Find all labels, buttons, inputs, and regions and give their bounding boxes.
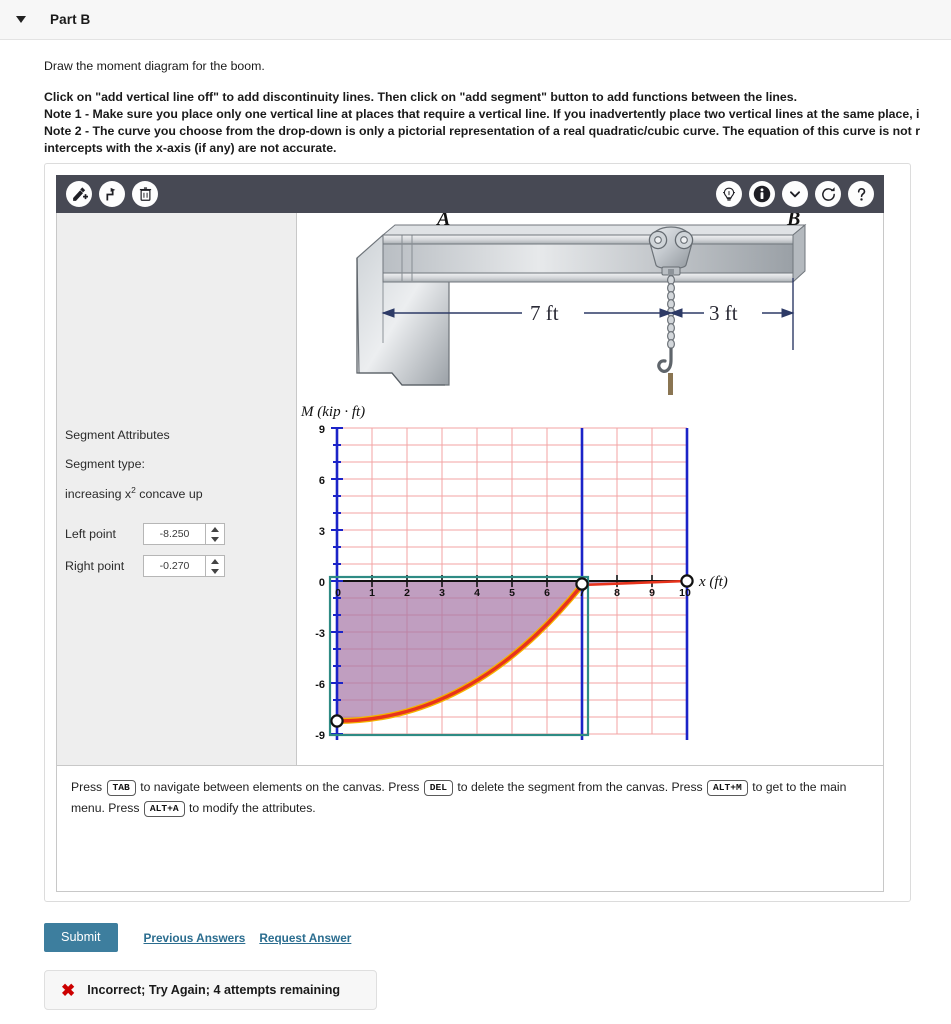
svg-text:3: 3: [319, 526, 325, 538]
svg-text:2: 2: [404, 587, 410, 599]
svg-text:-9: -9: [315, 730, 325, 742]
stepper-up-icon[interactable]: [211, 526, 219, 532]
help-icon[interactable]: [848, 181, 874, 207]
y-axis-label: M (kip · ft): [300, 404, 365, 420]
stepper-down-icon[interactable]: [211, 568, 219, 574]
chevron-down-icon[interactable]: [782, 181, 808, 207]
y-tick-labels: 9 6 3 0 -3 -6 -9: [315, 424, 325, 742]
svg-text:-3: -3: [315, 628, 325, 640]
moment-diagram[interactable]: M (kip · ft) 9 6 3 0 -3 -6 -9 0 1 2 3 4 …: [300, 404, 728, 742]
svg-text:1: 1: [369, 587, 375, 599]
feedback-banner: ✖ Incorrect; Try Again; 4 attempts remai…: [44, 970, 377, 1010]
submit-button[interactable]: Submit: [44, 923, 118, 952]
add-segment-icon[interactable]: [66, 181, 92, 207]
canvas-toolbar: [56, 175, 884, 213]
boom-illustration: A B 7 ft 3 ft: [356, 213, 807, 395]
left-point-input[interactable]: -8.250: [143, 523, 206, 546]
help-text-2: to navigate between elements on the canv…: [136, 780, 423, 794]
help-text-5: to modify the attributes.: [185, 801, 316, 815]
x-mark-icon: ✖: [61, 980, 76, 1000]
hint-lightbulb-icon[interactable]: [716, 181, 742, 207]
beam-label-a: A: [435, 213, 450, 230]
prompt-note-1: Note 1 - Make sure you place only one ve…: [44, 107, 920, 121]
segment-type-value: increasing x2 concave up: [65, 485, 290, 501]
svg-text:6: 6: [319, 475, 325, 487]
svg-text:9: 9: [319, 424, 325, 436]
triangle-down-icon[interactable]: [16, 16, 26, 23]
help-text-1: Press: [71, 780, 106, 794]
svg-text:0: 0: [335, 587, 341, 599]
right-point-label: Right point: [65, 559, 125, 574]
left-point-label: Left point: [65, 527, 116, 542]
dimension-label-right: 3 ft: [709, 301, 738, 325]
drawing-widget: Segment Attributes Segment type: increas…: [44, 163, 911, 902]
segment-type-label: Segment type:: [65, 457, 145, 471]
segment-attributes-title: Segment Attributes: [65, 428, 170, 442]
svg-text:-6: -6: [315, 679, 325, 691]
segment-attributes-panel: Segment Attributes Segment type: increas…: [57, 213, 297, 765]
prompt-note-2: Note 2 - The curve you choose from the d…: [44, 124, 920, 138]
previous-answers-link[interactable]: Previous Answers: [144, 931, 246, 945]
delete-icon[interactable]: [132, 181, 158, 207]
info-icon[interactable]: [749, 181, 775, 207]
canvas-body: Segment Attributes Segment type: increas…: [56, 213, 884, 766]
help-text-3: to delete the segment from the canvas. P…: [454, 780, 707, 794]
answer-actions: Submit Previous Answers Request Answer: [44, 923, 351, 952]
right-point-row: Right point -0.270: [65, 555, 290, 578]
plot-canvas[interactable]: A B 7 ft 3 ft M (kip · ft) 9 6 3 0 -3 -6…: [297, 213, 883, 765]
beam-label-b: B: [786, 213, 800, 230]
part-header: Part B: [0, 0, 951, 40]
key-del: DEL: [423, 780, 454, 796]
endpoint-marker-left[interactable]: [330, 714, 344, 728]
dimension-label-left: 7 ft: [530, 301, 559, 325]
svg-text:0: 0: [319, 577, 325, 589]
prompt-intro: Draw the moment diagram for the boom.: [44, 59, 265, 73]
key-alt-a: ALT+A: [143, 801, 185, 817]
page-title: Part B: [50, 12, 91, 27]
svg-text:9: 9: [649, 587, 655, 599]
endpoint-marker-mid[interactable]: [575, 577, 589, 591]
reset-icon[interactable]: [815, 181, 841, 207]
svg-text:3: 3: [439, 587, 445, 599]
segment-type-value-pre: increasing x: [65, 487, 132, 502]
left-point-stepper[interactable]: [206, 523, 225, 546]
stepper-down-icon[interactable]: [211, 536, 219, 542]
feedback-message: Incorrect; Try Again; 4 attempts remaini…: [87, 983, 341, 997]
prompt-block: Draw the moment diagram for the boom. Cl…: [0, 40, 951, 157]
trolley-hoist-icon: [648, 226, 694, 395]
canvas-svg: A B 7 ft 3 ft M (kip · ft) 9 6 3 0 -3 -6…: [300, 213, 807, 742]
key-alt-m: ALT+M: [707, 780, 748, 796]
svg-text:6: 6: [544, 587, 550, 599]
svg-text:8: 8: [614, 587, 620, 599]
prompt-instruction: Click on "add vertical line off" to add …: [44, 90, 798, 104]
svg-text:10: 10: [679, 587, 691, 599]
endpoint-marker-right[interactable]: [680, 574, 694, 588]
right-point-input[interactable]: -0.270: [143, 555, 206, 578]
svg-text:5: 5: [509, 587, 515, 599]
segment-type-value-post: concave up: [135, 487, 203, 502]
add-vertical-line-icon[interactable]: [99, 181, 125, 207]
stepper-up-icon[interactable]: [211, 558, 219, 564]
key-tab: TAB: [106, 780, 136, 796]
prompt-note-2-continued: intercepts with the x-axis (if any) are …: [44, 141, 337, 155]
left-point-row: Left point -8.250: [65, 523, 290, 546]
request-answer-link[interactable]: Request Answer: [259, 931, 351, 945]
svg-text:4: 4: [474, 587, 480, 599]
right-point-stepper[interactable]: [206, 555, 225, 578]
x-axis-label: x (ft): [698, 574, 728, 590]
canvas-keyboard-help: Press TAB to navigate between elements o…: [56, 766, 884, 892]
